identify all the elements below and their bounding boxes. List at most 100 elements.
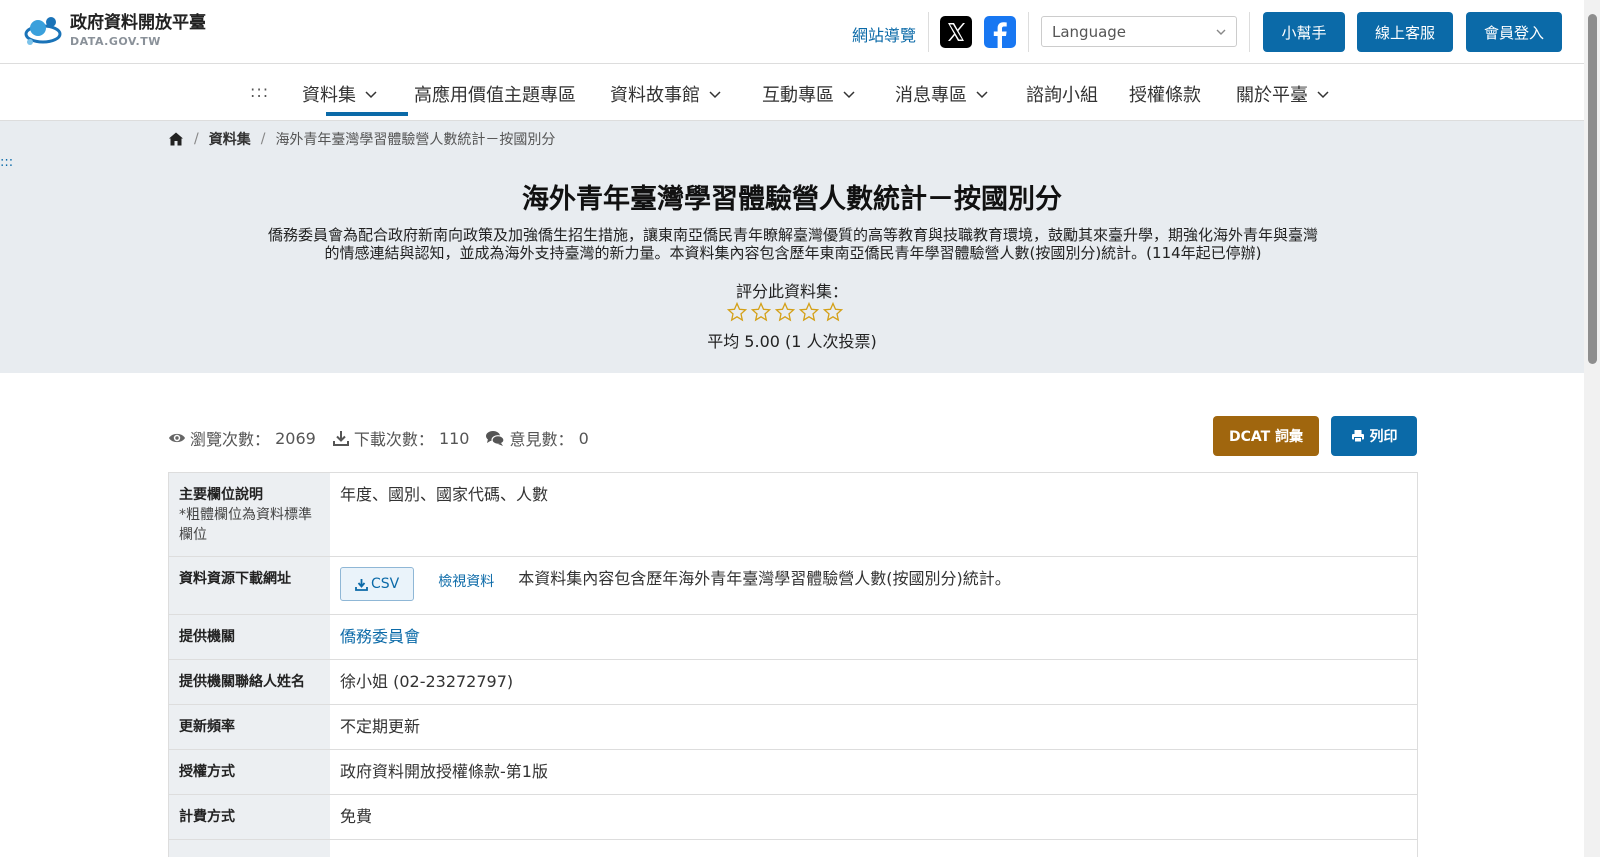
table-row: 資料資源下載網址 CSV 檢視資料 本資料集內容包含歷年海外青年臺灣學習體驗營人… xyxy=(169,557,1417,615)
comments-count: 0 xyxy=(578,428,589,448)
download-icon xyxy=(355,578,368,591)
license-value: 政府資料開放授權條款-第1版 xyxy=(340,762,548,781)
eye-icon xyxy=(169,433,185,443)
nav-item-stories[interactable]: 資料故事館 xyxy=(610,81,722,107)
contact-label: 提供機關聯絡人姓名 xyxy=(169,660,330,704)
frequency-value: 不定期更新 xyxy=(340,717,421,736)
nav-item-high-value[interactable]: 高應用價值主題專區 xyxy=(414,81,576,107)
dcat-vocabulary-button[interactable]: DCAT 詞彙 xyxy=(1213,416,1319,456)
download-cell: CSV 檢視資料 本資料集內容包含歷年海外青年臺灣學習體驗營人數(按國別分)統計… xyxy=(330,557,1417,614)
nav-item-datasets[interactable]: 資料集 xyxy=(302,81,378,107)
download-description: 本資料集內容包含歷年海外青年臺灣學習體驗營人數(按國別分)統計。 xyxy=(518,569,1011,588)
fields-value: 年度、國別、國家代碼、人數 xyxy=(340,485,549,504)
fee-value: 免費 xyxy=(340,807,373,826)
print-button[interactable]: 列印 xyxy=(1331,416,1417,456)
content-accesskey[interactable]: ::: xyxy=(0,155,13,170)
page-title: 海外青年臺灣學習體驗營人數統計－按國別分 xyxy=(522,184,1062,215)
site-logo[interactable]: 政府資料開放平臺 DATA.GOV.TW xyxy=(22,12,206,50)
print-button-label: 列印 xyxy=(1369,429,1398,445)
star-icon[interactable] xyxy=(751,302,771,322)
views-stat: 瀏覽次數： 2069 xyxy=(168,426,316,450)
star-icon[interactable] xyxy=(727,302,747,322)
star-icon[interactable] xyxy=(775,302,795,322)
provider-link[interactable]: 僑務委員會 xyxy=(340,627,420,647)
views-label: 瀏覽次數： xyxy=(190,430,271,449)
license-label: 授權方式 xyxy=(169,750,330,794)
table-row: 提供機關 僑務委員會 xyxy=(169,615,1417,660)
accesskey-anchor[interactable]: ::: xyxy=(250,82,269,101)
nav-item-label: 諮詢小組 xyxy=(1026,85,1098,106)
nav-item-license[interactable]: 授權條款 xyxy=(1129,81,1201,107)
main-nav: ::: 資料集 高應用價值主題專區 資料故事館 互動專區 消息專區 諮詢小組 授… xyxy=(0,64,1584,121)
nav-item-label: 授權條款 xyxy=(1129,85,1201,106)
csv-button-label: CSV xyxy=(371,576,400,592)
csv-download-button[interactable]: CSV xyxy=(340,567,415,601)
divider xyxy=(1028,12,1029,52)
home-icon[interactable] xyxy=(168,131,184,147)
nav-item-label: 資料故事館 xyxy=(610,85,700,106)
divider xyxy=(928,12,929,52)
view-data-link[interactable]: 檢視資料 xyxy=(438,572,494,592)
rating-stars xyxy=(727,302,847,322)
nav-item-label: 關於平臺 xyxy=(1236,85,1308,106)
star-icon[interactable] xyxy=(799,302,819,322)
chevron-down-icon xyxy=(843,91,855,99)
top-header: 政府資料開放平臺 DATA.GOV.TW 網站導覽 Language 小幫手 線… xyxy=(0,0,1584,64)
divider xyxy=(1249,12,1250,52)
table-row: 計費方式 免費 xyxy=(169,795,1417,840)
logo-title: 政府資料開放平臺 xyxy=(70,13,206,33)
dataset-stats: 瀏覽次數： 2069 下載次數： 110 意見數： 0 xyxy=(168,426,605,450)
page: 政府資料開放平臺 DATA.GOV.TW 網站導覽 Language 小幫手 線… xyxy=(0,0,1600,857)
star-icon[interactable] xyxy=(823,302,843,322)
chevron-down-icon xyxy=(976,91,988,99)
breadcrumb: / 資料集 / 海外青年臺灣學習體驗營人數統計－按國別分 xyxy=(168,129,555,149)
printer-icon xyxy=(1351,430,1364,443)
dataset-info-table: 主要欄位說明 *粗體欄位為資料標準欄位 年度、國別、國家代碼、人數 資料資源下載… xyxy=(168,472,1418,857)
chevron-down-icon xyxy=(709,91,721,99)
frequency-label: 更新頻率 xyxy=(169,705,330,749)
nav-item-interactive[interactable]: 互動專區 xyxy=(762,81,856,107)
download-icon xyxy=(332,431,349,446)
row-header: 主要欄位說明 *粗體欄位為資料標準欄位 xyxy=(169,473,330,556)
row-value xyxy=(330,840,1417,857)
nav-item-label: 資料集 xyxy=(302,85,356,106)
helper-button[interactable]: 小幫手 xyxy=(1263,12,1345,52)
chevron-down-icon xyxy=(365,91,377,99)
comments-icon xyxy=(486,431,506,446)
language-select[interactable]: Language xyxy=(1041,16,1237,47)
chevron-down-icon xyxy=(1216,29,1226,35)
dataset-hero: / 資料集 / 海外青年臺灣學習體驗營人數統計－按國別分 ::: 海外青年臺灣學… xyxy=(0,121,1584,373)
nav-active-indicator xyxy=(326,112,408,116)
sitemap-link[interactable]: 網站導覽 xyxy=(852,22,916,46)
nav-item-advisory[interactable]: 諮詢小組 xyxy=(1026,81,1098,107)
fields-label: 主要欄位說明 xyxy=(179,487,263,503)
member-login-button[interactable]: 會員登入 xyxy=(1466,12,1562,52)
table-row: 更新頻率 不定期更新 xyxy=(169,705,1417,750)
nav-item-about[interactable]: 關於平臺 xyxy=(1236,81,1330,107)
dataset-description: 僑務委員會為配合政府新南向政策及加強僑生招生措施，讓東南亞僑民青年瞭解臺灣優質的… xyxy=(267,226,1318,262)
row-header xyxy=(169,840,330,857)
provider-label: 提供機關 xyxy=(169,615,330,659)
contact-value: 徐小姐 (02-23272797) xyxy=(340,672,514,691)
comments-stat: 意見數： 0 xyxy=(485,426,589,450)
table-row: 提供機關聯絡人姓名 徐小姐 (02-23272797) xyxy=(169,660,1417,705)
nav-item-news[interactable]: 消息專區 xyxy=(895,81,989,107)
table-row xyxy=(169,840,1417,857)
downloads-label: 下載次數： xyxy=(353,430,434,449)
fields-note: *粗體欄位為資料標準欄位 xyxy=(179,507,312,543)
downloads-count: 110 xyxy=(438,428,470,448)
facebook-icon[interactable] xyxy=(984,16,1016,48)
chevron-down-icon xyxy=(1317,91,1329,99)
scrollbar-thumb[interactable] xyxy=(1588,14,1597,364)
nav-item-label: 消息專區 xyxy=(895,85,967,106)
scrollbar[interactable] xyxy=(1584,0,1600,857)
language-select-value: Language xyxy=(1052,23,1127,41)
x-twitter-icon[interactable] xyxy=(940,16,972,48)
nav-item-label: 互動專區 xyxy=(762,85,834,106)
online-service-button[interactable]: 線上客服 xyxy=(1357,12,1453,52)
downloads-stat: 下載次數： 110 xyxy=(332,426,470,450)
breadcrumb-datasets[interactable]: 資料集 xyxy=(209,129,251,149)
download-url-label: 資料資源下載網址 xyxy=(169,557,330,614)
nav-item-label: 高應用價值主題專區 xyxy=(414,85,576,106)
comments-label: 意見數： xyxy=(509,430,574,449)
